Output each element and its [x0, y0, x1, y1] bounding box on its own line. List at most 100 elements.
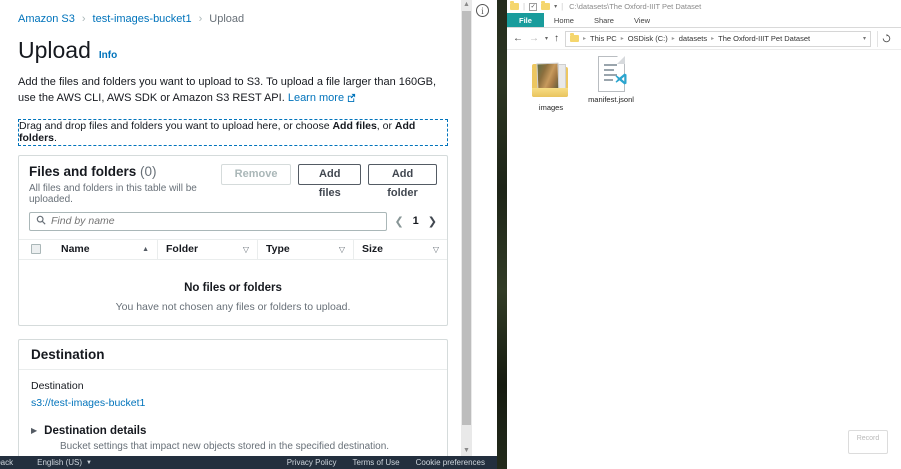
destination-panel-title: Destination — [19, 340, 447, 370]
scroll-up-icon[interactable]: ▲ — [461, 0, 472, 10]
select-all-checkbox[interactable] — [31, 244, 41, 254]
column-header-type[interactable]: Type ▽ — [257, 240, 353, 259]
feedback-link[interactable]: Feedback — [0, 458, 13, 467]
vscode-icon — [615, 72, 627, 90]
find-by-name-input[interactable] — [51, 215, 380, 227]
folder-icon[interactable] — [541, 3, 550, 10]
record-button[interactable]: Record — [848, 430, 888, 454]
terms-of-use-link[interactable]: Terms of Use — [353, 458, 400, 467]
breadcrumb: Amazon S3 › test-images-bucket1 › Upload — [18, 13, 448, 25]
item-label: manifest.jsonl — [579, 95, 643, 104]
chevron-right-icon: ▸ — [672, 35, 675, 42]
destination-details-description: Bucket settings that impact new objects … — [60, 441, 435, 452]
expand-arrow-icon: ▶ — [31, 426, 37, 435]
search-box[interactable] — [29, 212, 387, 231]
page-number[interactable]: 1 — [413, 215, 419, 227]
divider: | — [523, 2, 525, 11]
breadcrumb-separator: › — [199, 13, 203, 25]
breadcrumb-amazon-s3[interactable]: Amazon S3 — [18, 13, 75, 25]
desktop-background-strip — [497, 0, 507, 469]
tab-view[interactable]: View — [624, 13, 660, 27]
scrollbar-thumb[interactable] — [462, 11, 471, 425]
aws-console-window: Amazon S3 › test-images-bucket1 › Upload… — [0, 0, 497, 469]
explorer-navbar: ← → ▾ ↑ ▸ This PC ▸ OSDisk (C:) ▸ datase… — [507, 28, 901, 50]
previous-page-icon[interactable]: ❮ — [394, 215, 403, 228]
ribbon-tabs: File Home Share View — [507, 13, 901, 28]
language-selector[interactable]: English (US) ▼ — [37, 458, 92, 467]
sort-icon[interactable]: ▽ — [243, 245, 249, 254]
chevron-right-icon: ▸ — [583, 35, 586, 42]
folder-icon — [570, 35, 579, 42]
info-link[interactable]: Info — [99, 50, 117, 61]
recent-locations-icon[interactable]: ▾ — [545, 35, 548, 42]
drag-drop-zone[interactable]: Drag and drop files and folders you want… — [18, 119, 448, 146]
learn-more-link[interactable]: Learn more — [288, 92, 344, 104]
address-bar[interactable]: ▸ This PC ▸ OSDisk (C:) ▸ datasets ▸ The… — [565, 31, 871, 47]
chevron-right-icon: ▸ — [711, 35, 714, 42]
breadcrumb-separator: › — [82, 13, 86, 25]
files-panel-title: Files and folders (0) — [29, 164, 221, 179]
folder-item-images[interactable]: images — [519, 56, 583, 112]
add-files-button[interactable]: Add files — [298, 164, 361, 185]
remove-button[interactable]: Remove — [221, 164, 292, 185]
chevron-down-icon: ▼ — [86, 460, 92, 466]
breadcrumb-bucket[interactable]: test-images-bucket1 — [93, 13, 192, 25]
breadcrumb-current: Upload — [209, 13, 244, 25]
column-header-size[interactable]: Size ▽ — [353, 240, 447, 259]
next-page-icon[interactable]: ❯ — [428, 215, 437, 228]
explorer-titlebar: | ✓ ▾ | C:\datasets\The Oxford-IIIT Pet … — [507, 0, 901, 13]
pagination: ❮ 1 ❯ — [394, 215, 437, 228]
add-folder-button[interactable]: Add folder — [368, 164, 437, 185]
empty-state-subtitle: You have not chosen any files or folders… — [19, 301, 447, 313]
column-header-folder[interactable]: Folder ▽ — [157, 240, 257, 259]
refresh-icon[interactable] — [877, 31, 895, 47]
empty-state-title: No files or folders — [19, 282, 447, 294]
destination-details-toggle[interactable]: ▶ Destination details — [31, 425, 435, 437]
page-title: Upload — [18, 37, 91, 64]
explorer-content[interactable]: images manifest.jsonl Record — [507, 50, 901, 448]
empty-state: No files or folders You have not chosen … — [19, 260, 447, 313]
sort-ascending-icon[interactable]: ▲ — [142, 246, 149, 253]
folder-icon — [510, 3, 519, 10]
window-title: C:\datasets\The Oxford-IIIT Pet Dataset — [569, 2, 701, 11]
address-this-pc[interactable]: This PC — [590, 34, 617, 43]
forward-icon[interactable]: → — [529, 34, 539, 44]
files-count: (0) — [140, 164, 157, 179]
quick-access-toolbar-dropdown-icon[interactable]: ▾ — [554, 3, 557, 10]
item-label: images — [519, 103, 583, 112]
aws-upload-page: Amazon S3 › test-images-bucket1 › Upload… — [0, 0, 461, 456]
tab-home[interactable]: Home — [544, 13, 584, 27]
jsonl-file-icon — [598, 56, 625, 92]
destination-panel: Destination Destination s3://test-images… — [18, 339, 448, 456]
divider: | — [561, 2, 563, 11]
browser-side-gutter: i — [472, 0, 497, 456]
file-explorer-window: | ✓ ▾ | C:\datasets\The Oxford-IIIT Pet … — [507, 0, 901, 469]
column-header-name[interactable]: Name ▲ — [53, 240, 157, 259]
aws-console-footer: Feedback English (US) ▼ Privacy Policy T… — [0, 456, 497, 469]
back-icon[interactable]: ← — [513, 34, 523, 44]
images-folder-icon — [530, 56, 572, 100]
sort-icon[interactable]: ▽ — [433, 245, 439, 254]
cookie-preferences-link[interactable]: Cookie preferences — [416, 458, 485, 467]
page-description: Add the files and folders you want to up… — [18, 75, 442, 108]
address-datasets[interactable]: datasets — [679, 34, 707, 43]
destination-bucket-link[interactable]: s3://test-images-bucket1 — [31, 397, 145, 409]
external-link-icon — [347, 92, 356, 108]
sort-icon[interactable]: ▽ — [339, 245, 345, 254]
table-header: Name ▲ Folder ▽ Type ▽ Size ▽ — [19, 239, 447, 260]
destination-label: Destination — [31, 380, 435, 392]
address-dropdown-icon[interactable]: ▾ — [863, 35, 866, 42]
file-item-manifest[interactable]: manifest.jsonl — [579, 56, 643, 104]
quick-access-check-icon[interactable]: ✓ — [529, 3, 537, 11]
search-icon — [36, 212, 46, 230]
browser-scrollbar[interactable]: ▲ ▼ — [461, 0, 472, 456]
tab-file[interactable]: File — [507, 13, 544, 27]
address-current-folder[interactable]: The Oxford-IIIT Pet Dataset — [718, 34, 810, 43]
tab-share[interactable]: Share — [584, 13, 624, 27]
up-icon[interactable]: ↑ — [554, 34, 559, 44]
files-and-folders-panel: Files and folders (0) All files and fold… — [18, 155, 448, 326]
scroll-down-icon[interactable]: ▼ — [461, 446, 472, 456]
info-circle-icon[interactable]: i — [476, 4, 489, 17]
address-osdisk[interactable]: OSDisk (C:) — [628, 34, 668, 43]
privacy-policy-link[interactable]: Privacy Policy — [287, 458, 337, 467]
